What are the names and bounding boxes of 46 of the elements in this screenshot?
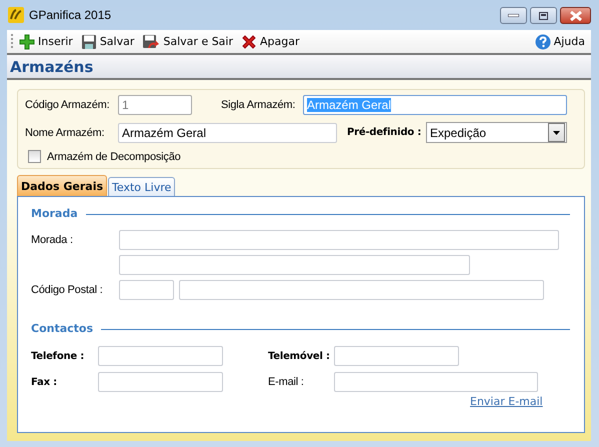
help-icon bbox=[534, 34, 551, 50]
section-heading: Morada bbox=[31, 206, 78, 220]
tab[interactable]: Dados Gerais bbox=[17, 175, 108, 196]
toolbar-button[interactable]: Apagar bbox=[239, 32, 302, 50]
address-field[interactable] bbox=[119, 230, 559, 250]
page-title: Armazéns bbox=[10, 58, 94, 76]
field-label: Código Postal : bbox=[31, 284, 104, 296]
phone-field[interactable] bbox=[98, 346, 223, 366]
section-heading: Contactos bbox=[31, 322, 94, 334]
plus-icon bbox=[19, 34, 35, 50]
checkbox-label: Armazém de Decomposição bbox=[47, 150, 181, 162]
window-title: GPanifica 2015 bbox=[29, 8, 112, 22]
field-label: Fax : bbox=[31, 376, 58, 388]
toolbar-button[interactable]: Salvar bbox=[78, 32, 136, 50]
fax-field[interactable] bbox=[98, 372, 223, 392]
field-label: Telemóvel : bbox=[268, 350, 331, 362]
field-label: E-mail : bbox=[268, 376, 305, 388]
field-label: Telefone : bbox=[31, 350, 86, 362]
field-label: Sigla Armazém: bbox=[221, 99, 296, 111]
locality-field[interactable] bbox=[179, 280, 544, 300]
name-field[interactable]: Armazém Geral bbox=[118, 122, 337, 142]
email-field[interactable] bbox=[334, 372, 538, 392]
close-button[interactable] bbox=[560, 7, 591, 24]
help-button[interactable]: Ajuda bbox=[532, 32, 587, 50]
toolbar-button[interactable]: Inserir bbox=[17, 32, 75, 50]
floppy-disk-arrow-icon bbox=[142, 34, 160, 50]
send-email-link[interactable]: Enviar E-mail bbox=[470, 395, 543, 408]
field-label: Pré-definido : bbox=[347, 127, 422, 138]
toolbar-button[interactable]: Salvar e Sair bbox=[140, 32, 236, 50]
field-label: Código Armazém: bbox=[25, 99, 110, 111]
mobile-field[interactable] bbox=[334, 346, 459, 366]
postal-code-field[interactable] bbox=[119, 280, 174, 300]
field-label: Nome Armazém: bbox=[25, 126, 106, 138]
dropdown-arrow-icon bbox=[553, 130, 560, 134]
address-field[interactable] bbox=[119, 255, 470, 275]
maximize-icon bbox=[539, 12, 548, 20]
field-label: Morada : bbox=[31, 234, 74, 246]
tab[interactable]: Texto Livre bbox=[108, 177, 176, 196]
minimize-icon bbox=[508, 14, 519, 17]
app-logo-icon bbox=[8, 7, 24, 23]
checkbox[interactable] bbox=[28, 150, 41, 163]
preset-dropdown[interactable]: Expedição bbox=[426, 122, 567, 143]
minimize-button[interactable] bbox=[500, 7, 527, 24]
x-icon bbox=[241, 34, 258, 50]
maximize-button[interactable] bbox=[530, 7, 557, 24]
close-icon bbox=[570, 10, 582, 20]
